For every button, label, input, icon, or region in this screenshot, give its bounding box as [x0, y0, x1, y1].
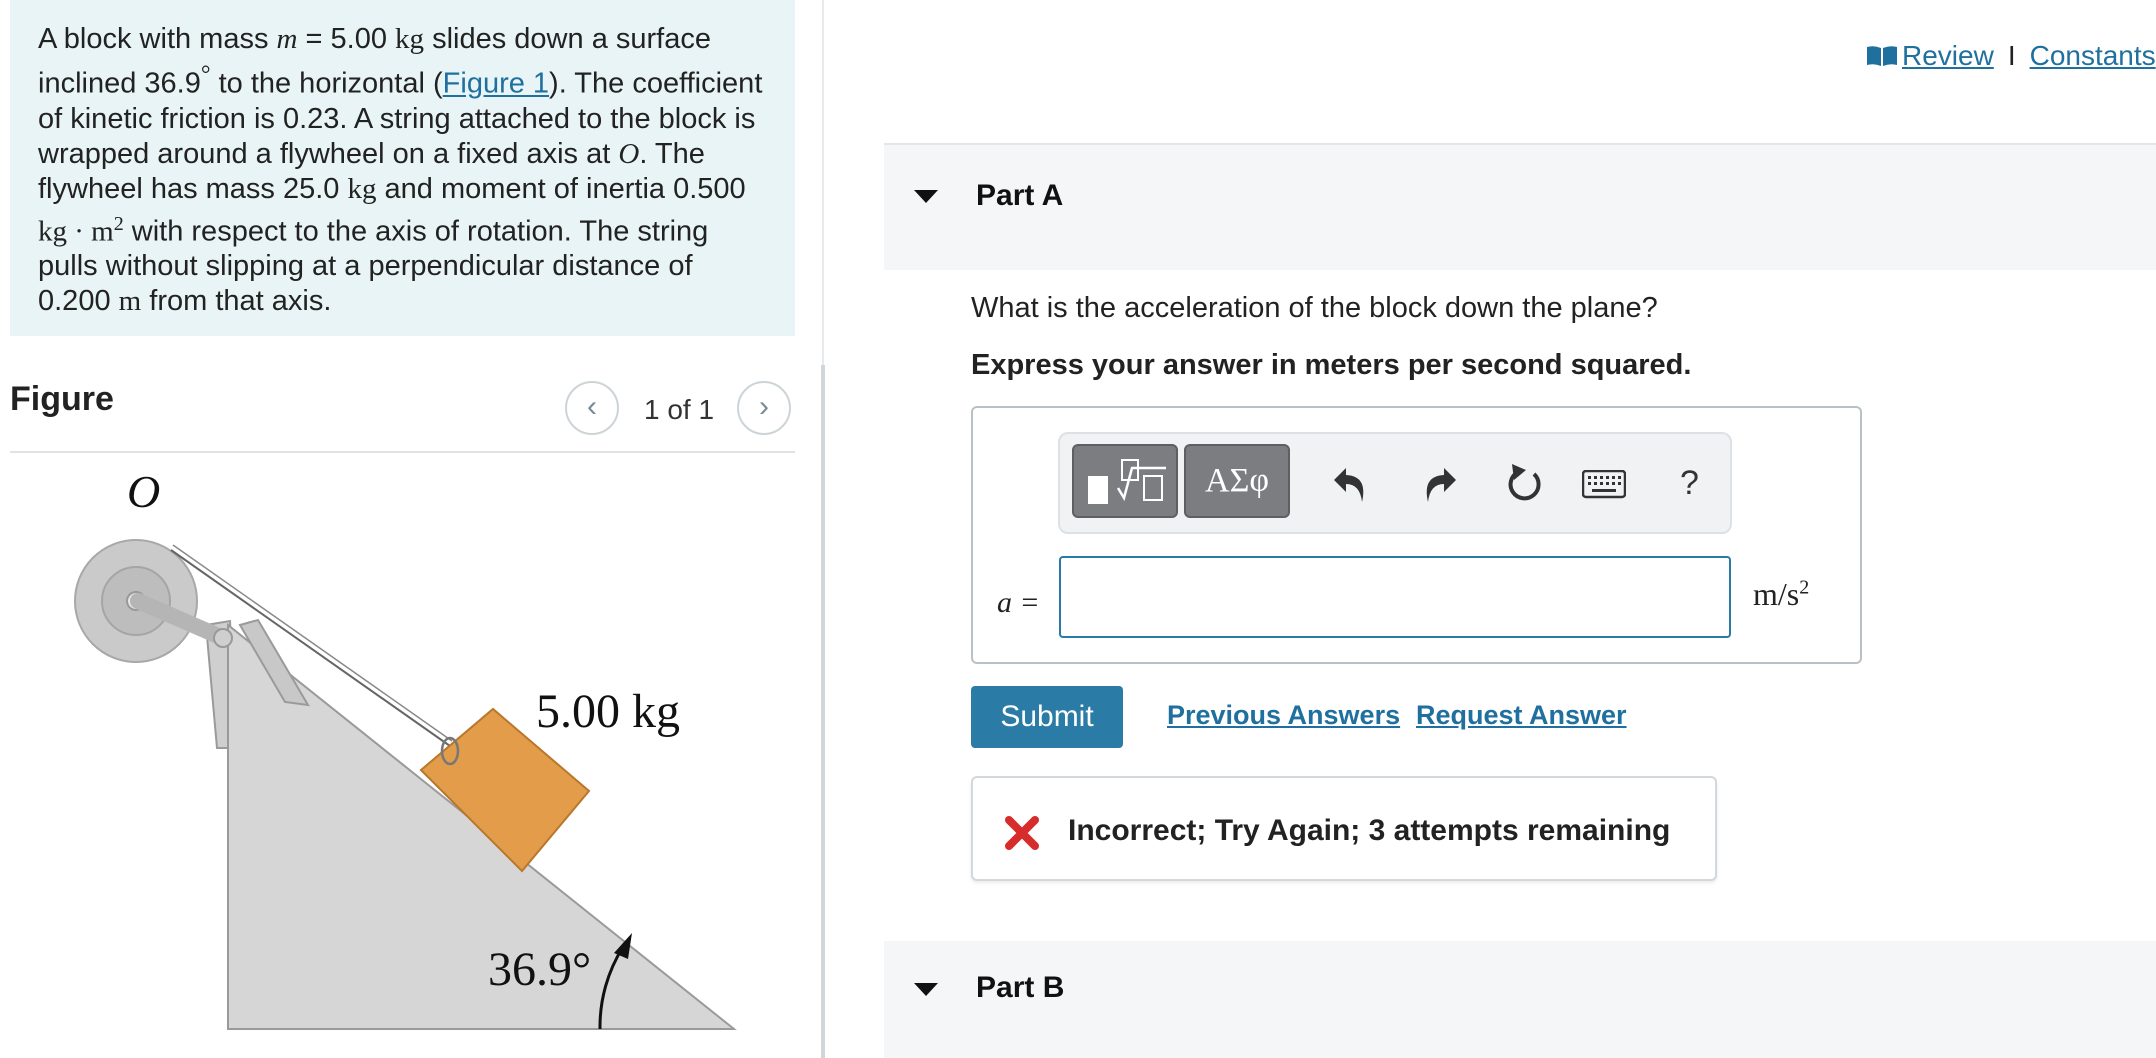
chevron-right-icon: ›	[759, 390, 769, 423]
axis-variable: O	[618, 137, 640, 170]
column-divider-top	[822, 0, 824, 365]
templates-button[interactable]	[1072, 444, 1178, 518]
unit-text: m/s	[1753, 576, 1800, 612]
problem-text: A block with mass	[38, 23, 277, 55]
link-separator: I	[2007, 40, 2016, 71]
previous-answers-link[interactable]: Previous Answers	[1167, 700, 1400, 731]
feedback-box: Incorrect; Try Again; 3 attempts remaini…	[971, 776, 1717, 881]
incline-figure: O 5.00 kg 36.9°	[74, 466, 737, 1030]
variable-label: a =	[997, 586, 1040, 620]
math-toolbar: ΑΣφ ?	[1058, 432, 1732, 534]
column-divider	[821, 365, 825, 1058]
redo-icon[interactable]	[1420, 462, 1458, 511]
unit-label: m/s2	[1753, 576, 1809, 613]
inertia-exponent: 2	[113, 212, 124, 235]
chevron-left-icon: ‹	[587, 390, 597, 423]
next-figure-button[interactable]: ›	[737, 381, 791, 435]
templates-icon	[1088, 459, 1166, 504]
help-button[interactable]: ?	[1680, 464, 1699, 503]
mass-unit: kg	[395, 23, 425, 55]
problem-text: = 5.00	[297, 23, 396, 55]
axis-label: O	[127, 466, 160, 517]
constants-link[interactable]: Constants	[2030, 40, 2156, 71]
part-b-label: Part B	[976, 971, 1065, 1004]
part-a-label: Part A	[976, 179, 1064, 212]
instruction-text: Express your answer in meters per second…	[971, 349, 1692, 381]
distance-unit: m	[118, 285, 142, 318]
part-a-header[interactable]: Part A	[884, 143, 2156, 270]
variable-label-text: a =	[997, 586, 1040, 619]
feedback-text: Incorrect; Try Again; 3 attempts remaini…	[1068, 814, 1671, 847]
arm-pivot	[213, 628, 233, 648]
previous-figure-button[interactable]: ‹	[565, 381, 619, 435]
inertia-unit: kg · m	[38, 215, 114, 248]
problem-statement: A block with mass m = 5.00 kg slides dow…	[10, 0, 795, 336]
mass-variable: m	[276, 23, 298, 55]
incorrect-x-icon	[1005, 816, 1039, 855]
answer-input[interactable]	[1059, 556, 1731, 638]
mass-label: 5.00 kg	[536, 685, 680, 738]
question-text: What is the acceleration of the block do…	[971, 292, 1658, 324]
undo-icon[interactable]	[1332, 462, 1370, 511]
reset-icon[interactable]	[1504, 462, 1546, 511]
keyboard-icon[interactable]	[1581, 469, 1627, 505]
degree-symbol: °	[200, 61, 211, 88]
header-links: Review I Constants	[1866, 40, 2156, 74]
problem-text: to the horizontal (	[210, 67, 443, 100]
figure-link[interactable]: Figure 1	[443, 68, 549, 100]
figure-divider	[10, 451, 795, 453]
review-link[interactable]: Review	[1902, 40, 1994, 71]
angle-label: 36.9°	[488, 943, 591, 996]
figure-counter: 1 of 1	[644, 394, 715, 425]
caret-down-icon	[914, 983, 938, 996]
flywheel-unit: kg	[347, 172, 377, 205]
submit-button[interactable]: Submit	[971, 686, 1123, 748]
answer-box: ΑΣφ ? a = m/s2	[971, 406, 1862, 664]
figure-title: Figure	[10, 380, 114, 418]
request-answer-link[interactable]: Request Answer	[1416, 700, 1627, 731]
caret-down-icon	[914, 190, 938, 203]
problem-text: and moment of inertia 0.500	[376, 172, 746, 205]
symbols-button[interactable]: ΑΣφ	[1184, 444, 1290, 518]
part-b-header[interactable]: Part B	[884, 941, 2156, 1058]
problem-text: from that axis.	[141, 285, 332, 318]
unit-exponent: 2	[1799, 576, 1810, 599]
book-icon	[1866, 42, 1898, 74]
